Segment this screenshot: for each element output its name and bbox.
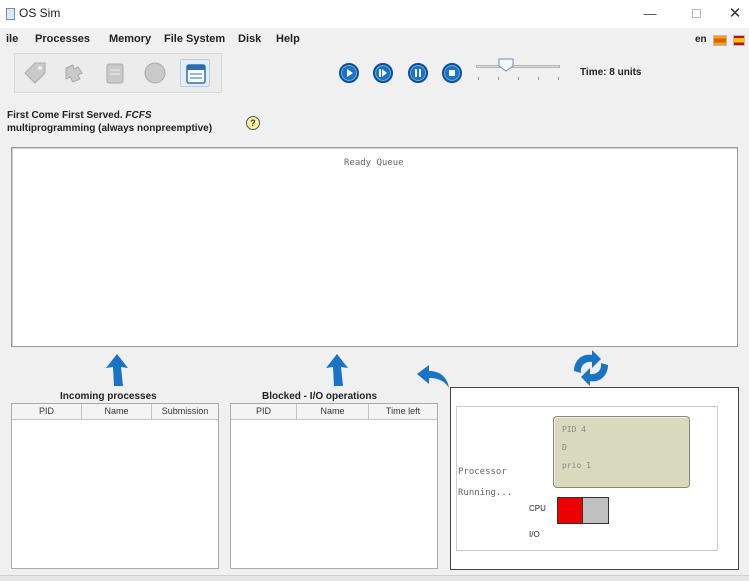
arrow-up-icon	[326, 354, 348, 386]
arrow-up-icon	[106, 354, 128, 386]
minimize-button[interactable]: —	[630, 2, 670, 26]
slider-tick	[478, 77, 479, 80]
slider-tick	[498, 77, 499, 80]
document-icon[interactable]	[100, 59, 130, 87]
flag-icon[interactable]	[713, 35, 727, 46]
stop-icon	[449, 70, 455, 76]
ready-queue-title: Ready Queue	[344, 158, 404, 168]
slider-tick	[538, 77, 539, 80]
stop-button[interactable]	[442, 63, 462, 83]
disk-icon[interactable]	[140, 59, 170, 87]
blocked-io-label: Blocked - I/O operations	[262, 391, 378, 402]
app-icon	[6, 8, 15, 20]
maximize-button[interactable]	[676, 2, 716, 26]
table-header: PID Name Time left	[231, 404, 437, 420]
step-icon	[379, 69, 387, 77]
speed-slider[interactable]	[476, 65, 560, 68]
slider-thumb[interactable]	[498, 58, 514, 72]
slider-tick	[518, 77, 519, 80]
processor-label: Processor	[458, 467, 507, 477]
maximize-icon	[691, 9, 701, 18]
cycle-arrows-icon	[574, 350, 608, 386]
slider-tick	[558, 77, 559, 80]
algorithm-mode: multiprogramming (always nonpreemptive)	[7, 123, 213, 134]
cpu-label: CPU	[529, 504, 546, 513]
running-name: D	[562, 443, 567, 452]
play-button[interactable]	[339, 63, 359, 83]
incoming-processes-table[interactable]: PID Name Submission	[11, 403, 219, 569]
pause-icon	[415, 69, 421, 77]
time-label: Time: 8 units	[580, 67, 642, 78]
help-icon[interactable]: ?	[246, 116, 260, 130]
language-label[interactable]: en	[695, 34, 707, 45]
algorithm-name: First Come First Served.	[7, 110, 123, 121]
processor-status: Running...	[458, 488, 513, 498]
tag-icon[interactable]	[20, 59, 50, 87]
table-header: PID Name Submission	[12, 404, 218, 420]
pause-button[interactable]	[408, 63, 428, 83]
io-label: I/O	[529, 530, 540, 539]
menu-help[interactable]: Help	[276, 33, 300, 45]
algorithm-title: First Come First Served. FCFS	[7, 110, 151, 121]
running-priority: prio 1	[562, 461, 591, 470]
blocked-io-table[interactable]: PID Name Time left	[230, 403, 438, 569]
cpu-idle-bar	[583, 497, 609, 524]
arrow-return-icon	[417, 365, 449, 388]
menu-disk[interactable]: Disk	[238, 33, 261, 45]
step-button[interactable]	[373, 63, 393, 83]
window-title: OS Sim	[19, 6, 61, 20]
running-pid: PID 4	[562, 425, 587, 434]
algorithm-abbr: FCFS	[125, 110, 152, 121]
calendar-icon[interactable]	[180, 59, 210, 87]
column-name[interactable]: Name	[82, 404, 152, 419]
menu-memory[interactable]: Memory	[109, 33, 151, 45]
menu-file[interactable]: ile	[6, 33, 18, 45]
column-pid[interactable]: PID	[12, 404, 82, 419]
bottom-strip	[0, 575, 749, 581]
column-pid[interactable]: PID	[231, 404, 297, 419]
play-icon	[347, 69, 353, 77]
cpu-usage-bar	[557, 497, 583, 524]
ready-queue-panel	[11, 147, 738, 347]
incoming-processes-label: Incoming processes	[60, 391, 157, 402]
menu-processes[interactable]: Processes	[35, 33, 90, 45]
column-name[interactable]: Name	[297, 404, 369, 419]
puzzle-icon[interactable]	[60, 59, 90, 87]
column-time-left[interactable]: Time left	[369, 404, 437, 419]
menu-file-system[interactable]: File System	[164, 33, 225, 45]
flag-icon[interactable]	[733, 35, 745, 46]
close-button[interactable]: ✕	[715, 2, 749, 26]
column-submission[interactable]: Submission	[152, 404, 218, 419]
